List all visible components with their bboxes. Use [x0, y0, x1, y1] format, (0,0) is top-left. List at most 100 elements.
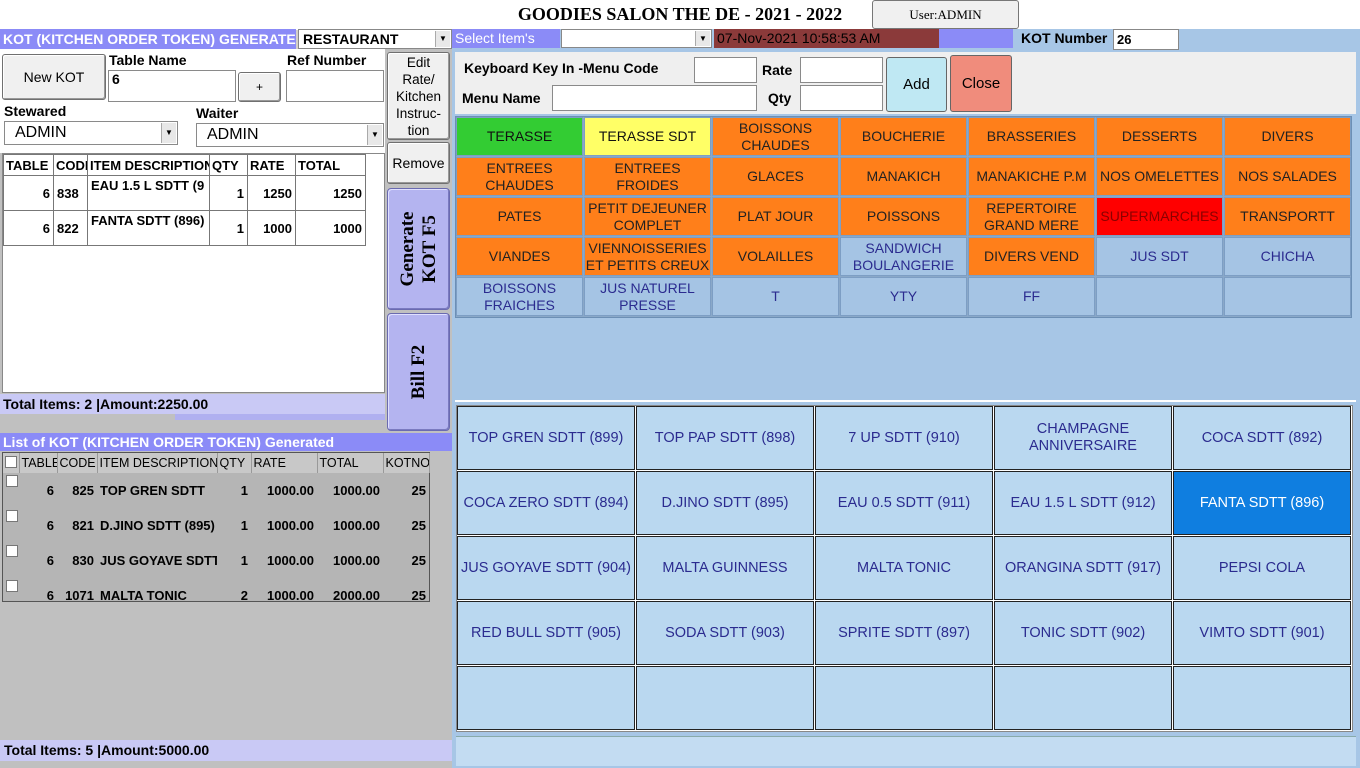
- stewared-select[interactable]: ADMIN ▼: [4, 121, 178, 145]
- menu-item-button[interactable]: SPRITE SDTT (897): [815, 601, 993, 665]
- category-button[interactable]: GLACES: [712, 157, 839, 196]
- category-button[interactable]: [1224, 277, 1351, 316]
- column-header[interactable]: ITEM DESCRIPTION: [87, 154, 210, 176]
- remove-button[interactable]: Remove: [387, 142, 450, 184]
- column-header[interactable]: ITEM DESCRIPTION: [97, 453, 218, 473]
- chevron-down-icon[interactable]: ▼: [367, 125, 382, 145]
- menu-item-button[interactable]: FANTA SDTT (896): [1173, 471, 1351, 535]
- category-button[interactable]: DESSERTS: [1096, 117, 1223, 156]
- menu-item-button[interactable]: TOP GREN SDTT (899): [457, 406, 635, 470]
- category-button[interactable]: VIENNOISSERIES ET PETITS CREUX: [584, 237, 711, 276]
- add-table-button[interactable]: +: [238, 72, 281, 102]
- bill-button[interactable]: Bill F2: [387, 313, 450, 431]
- kot-number-field[interactable]: 26: [1113, 29, 1179, 50]
- menu-item-button[interactable]: CHAMPAGNE ANNIVERSAIRE: [994, 406, 1172, 470]
- category-button[interactable]: VIANDES: [456, 237, 583, 276]
- row-checkbox[interactable]: [3, 578, 19, 613]
- rate-field[interactable]: [800, 57, 883, 83]
- table-row[interactable]: 6 822 FANTA SDTT (896) 1 1000 1000: [3, 210, 366, 246]
- column-header[interactable]: QTY: [217, 453, 252, 473]
- table-name-field[interactable]: 6: [108, 70, 236, 102]
- category-button[interactable]: T: [712, 277, 839, 316]
- menu-item-button[interactable]: TOP PAP SDTT (898): [636, 406, 814, 470]
- category-button[interactable]: NOS SALADES: [1224, 157, 1351, 196]
- column-header[interactable]: TOTAL: [295, 154, 366, 176]
- table-row[interactable]: 6 1071 MALTA TONIC 2 1000.00 2000.00 25: [3, 578, 429, 613]
- menu-item-button[interactable]: [636, 666, 814, 730]
- category-button[interactable]: CHICHA: [1224, 237, 1351, 276]
- column-header[interactable]: RATE: [251, 453, 318, 473]
- category-button[interactable]: ENTREES FROIDES: [584, 157, 711, 196]
- menu-item-button[interactable]: ORANGINA SDTT (917): [994, 536, 1172, 600]
- new-kot-button[interactable]: New KOT: [2, 54, 106, 100]
- column-header[interactable]: CODE: [57, 453, 98, 473]
- category-button[interactable]: TERASSE: [456, 117, 583, 156]
- category-button[interactable]: JUS SDT: [1096, 237, 1223, 276]
- menu-item-button[interactable]: D.JINO SDTT (895): [636, 471, 814, 535]
- column-header[interactable]: RATE: [247, 154, 296, 176]
- close-button[interactable]: Close: [950, 55, 1012, 112]
- row-checkbox[interactable]: [3, 543, 19, 578]
- select-all-checkbox[interactable]: [3, 453, 20, 473]
- row-checkbox[interactable]: [3, 508, 19, 543]
- category-button[interactable]: PETIT DEJEUNER COMPLET: [584, 197, 711, 236]
- column-header[interactable]: TABLE: [3, 154, 54, 176]
- generate-kot-button[interactable]: Generate KOT F5: [387, 188, 450, 310]
- menu-item-button[interactable]: TONIC SDTT (902): [994, 601, 1172, 665]
- chevron-down-icon[interactable]: ▼: [695, 31, 710, 46]
- item-select[interactable]: ▼: [561, 29, 712, 48]
- menu-item-button[interactable]: JUS GOYAVE SDTT (904): [457, 536, 635, 600]
- column-header[interactable]: CODE: [53, 154, 88, 176]
- menu-item-button[interactable]: MALTA TONIC: [815, 536, 993, 600]
- waiter-select[interactable]: ADMIN ▼: [196, 123, 384, 147]
- column-header[interactable]: TABLE: [19, 453, 58, 473]
- category-button[interactable]: MANAKICHE P.M: [968, 157, 1095, 196]
- category-button[interactable]: BRASSERIES: [968, 117, 1095, 156]
- column-header[interactable]: KOTNO: [383, 453, 430, 473]
- category-button[interactable]: SUPERMARCHES: [1096, 197, 1223, 236]
- row-checkbox[interactable]: [3, 473, 19, 508]
- menu-item-button[interactable]: EAU 1.5 L SDTT (912): [994, 471, 1172, 535]
- category-button[interactable]: PATES: [456, 197, 583, 236]
- category-button[interactable]: DIVERS: [1224, 117, 1351, 156]
- order-type-select[interactable]: RESTAURANT ▼: [298, 29, 452, 49]
- menu-item-button[interactable]: EAU 0.5 SDTT (911): [815, 471, 993, 535]
- menu-code-field[interactable]: [694, 57, 757, 83]
- menu-item-button[interactable]: COCA SDTT (892): [1173, 406, 1351, 470]
- category-button[interactable]: PLAT JOUR: [712, 197, 839, 236]
- chevron-down-icon[interactable]: ▼: [161, 123, 176, 143]
- category-button[interactable]: REPERTOIRE GRAND MERE: [968, 197, 1095, 236]
- menu-item-button[interactable]: RED BULL SDTT (905): [457, 601, 635, 665]
- menu-item-button[interactable]: COCA ZERO SDTT (894): [457, 471, 635, 535]
- menu-item-button[interactable]: [815, 666, 993, 730]
- category-button[interactable]: [1096, 277, 1223, 316]
- table-row[interactable]: 6 821 D.JINO SDTT (895) 1 1000.00 1000.0…: [3, 508, 429, 543]
- kot-list-grid[interactable]: TABLE CODE ITEM DESCRIPTION QTY RATE TOT…: [2, 452, 430, 603]
- category-button[interactable]: SANDWICH BOULANGERIE: [840, 237, 967, 276]
- menu-item-button[interactable]: MALTA GUINNESS: [636, 536, 814, 600]
- edit-rate-button[interactable]: Edit Rate/ Kitchen Instruc- tion: [387, 52, 450, 140]
- category-button[interactable]: YTY: [840, 277, 967, 316]
- category-button[interactable]: TRANSPORTT: [1224, 197, 1351, 236]
- menu-name-field[interactable]: [552, 85, 757, 111]
- category-button[interactable]: BOISSONS FRAICHES: [456, 277, 583, 316]
- add-button[interactable]: Add: [886, 57, 947, 112]
- table-row[interactable]: 6 838 EAU 1.5 L SDTT (9 1 1250 1250: [3, 175, 366, 211]
- qty-field[interactable]: [800, 85, 883, 111]
- column-header[interactable]: QTY: [209, 154, 248, 176]
- menu-item-button[interactable]: 7 UP SDTT (910): [815, 406, 993, 470]
- menu-item-button[interactable]: [1173, 666, 1351, 730]
- ref-number-field[interactable]: [286, 70, 384, 102]
- category-button[interactable]: POISSONS: [840, 197, 967, 236]
- category-button[interactable]: VOLAILLES: [712, 237, 839, 276]
- menu-item-button[interactable]: VIMTO SDTT (901): [1173, 601, 1351, 665]
- category-button[interactable]: BOUCHERIE: [840, 117, 967, 156]
- menu-item-button[interactable]: [994, 666, 1172, 730]
- category-button[interactable]: DIVERS VEND: [968, 237, 1095, 276]
- category-button[interactable]: JUS NATUREL PRESSE: [584, 277, 711, 316]
- menu-item-button[interactable]: SODA SDTT (903): [636, 601, 814, 665]
- chevron-down-icon[interactable]: ▼: [435, 31, 450, 47]
- category-button[interactable]: FF: [968, 277, 1095, 316]
- column-header[interactable]: TOTAL: [317, 453, 384, 473]
- kot-items-grid[interactable]: TABLE CODE ITEM DESCRIPTION QTY RATE TOT…: [2, 153, 385, 393]
